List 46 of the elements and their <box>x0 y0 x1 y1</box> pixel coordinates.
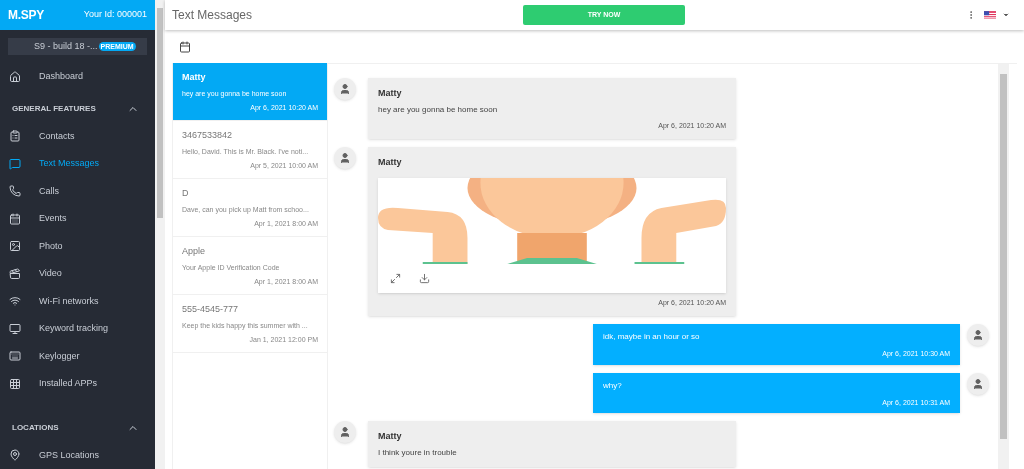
nav-item[interactable]: Wi-Fi networks <box>0 287 155 315</box>
nav-item[interactable]: Keyword tracking <box>0 315 155 343</box>
nav-item[interactable]: Photo <box>0 232 155 260</box>
avatar-icon <box>967 372 989 395</box>
nav-item[interactable]: Calls <box>0 177 155 205</box>
sender-name: Matty <box>378 430 403 443</box>
message-text: I think youre in trouble <box>378 446 458 459</box>
message-text: why? <box>603 379 623 392</box>
home-icon <box>9 70 21 83</box>
sender-name: Matty <box>378 156 403 169</box>
avatar-icon <box>334 421 356 443</box>
nav-item[interactable]: Keylogger <box>0 342 155 370</box>
nav-item[interactable]: Dashboard <box>0 63 155 91</box>
user-id: Your Id: 000001 <box>83 8 147 22</box>
nav-item[interactable]: Installed APPs <box>0 370 155 398</box>
map-pin-icon <box>9 449 21 462</box>
message-text: hey are you gonna be home soon <box>378 103 499 116</box>
clipboard-icon <box>9 130 21 143</box>
page-title: Text Messages <box>172 7 254 24</box>
message-text: idk, maybe in an hour or so <box>603 331 701 343</box>
flag-icon[interactable] <box>984 11 996 19</box>
image-icon <box>9 240 21 253</box>
monitor-icon <box>9 322 21 335</box>
section-header[interactable]: LOCATIONS <box>0 413 155 442</box>
expand-icon[interactable] <box>390 272 401 284</box>
nav-item[interactable]: Video <box>0 260 155 288</box>
phone-icon <box>9 185 21 198</box>
avatar-icon <box>967 324 989 346</box>
sidebar-scrollbar[interactable] <box>155 0 165 469</box>
chat-scrollbar[interactable] <box>998 64 1009 469</box>
nav-item[interactable]: Events <box>0 205 155 233</box>
nav-item[interactable]: GPS Locations <box>0 441 155 469</box>
avatar-icon <box>334 147 356 169</box>
chat-bubble-icon <box>9 157 21 170</box>
nav-item[interactable]: Text Messages <box>0 150 155 178</box>
nav-item[interactable]: Contacts <box>0 122 155 150</box>
calendar-icon <box>9 212 21 225</box>
keyboard-icon <box>9 350 21 363</box>
dropdown-caret-icon[interactable] <box>1002 11 1010 19</box>
grid-icon <box>9 377 21 390</box>
film-icon <box>9 267 21 280</box>
sender-name: Matty <box>378 87 403 100</box>
avatar-icon <box>334 78 356 100</box>
section-header[interactable]: GENERAL FEATURES <box>0 94 155 123</box>
download-icon[interactable] <box>419 272 430 284</box>
calendar-icon[interactable] <box>179 40 191 53</box>
